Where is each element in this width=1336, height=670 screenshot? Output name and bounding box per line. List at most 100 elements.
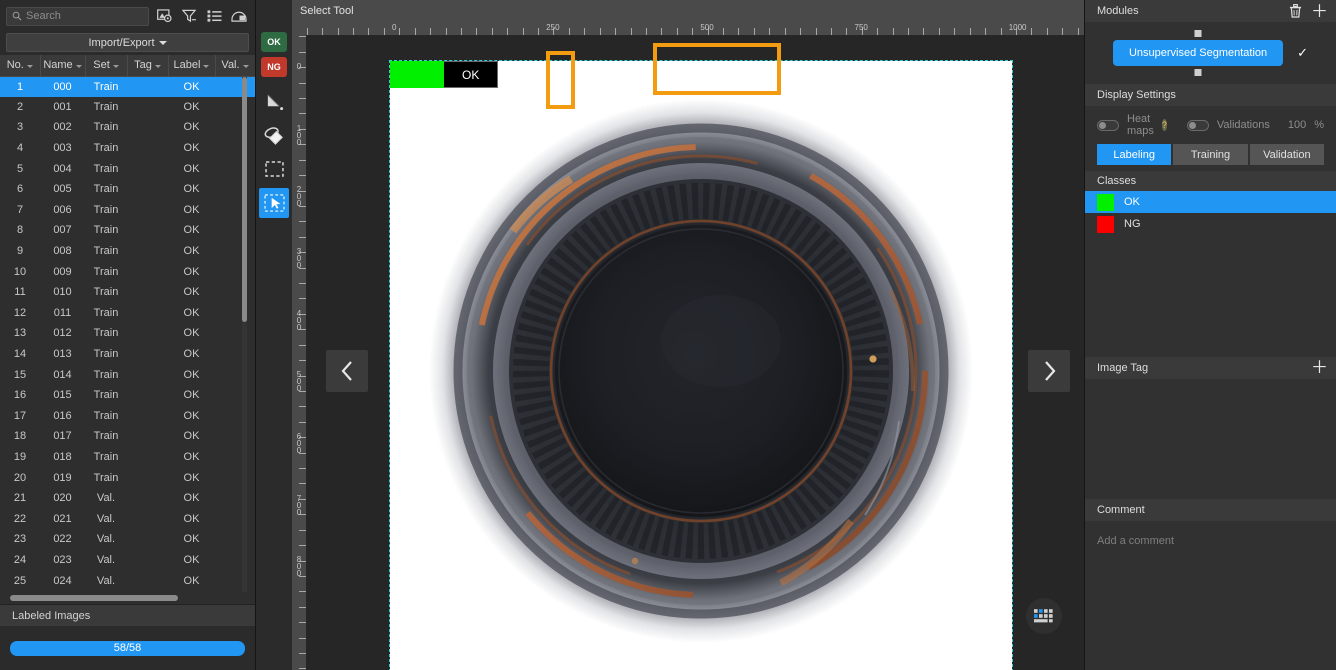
column-header-label[interactable]: Label (168, 55, 216, 77)
cell-tag (127, 550, 168, 571)
ruler-label: 500 (296, 370, 302, 394)
class-chip-ok[interactable]: OK (261, 32, 287, 52)
column-header-set[interactable]: Set (85, 55, 128, 77)
keyboard-shortcuts-button[interactable] (1026, 598, 1062, 634)
import-export-button[interactable]: Import/Export (6, 33, 249, 52)
brush-eraser-tool-button[interactable] (259, 120, 289, 150)
table-row[interactable]: 18 017 Train OK (0, 426, 255, 447)
column-header-name[interactable]: Name (40, 55, 86, 77)
validations-toggle[interactable] (1186, 119, 1209, 131)
table-row[interactable]: 7 006 Train OK (0, 200, 255, 221)
modules-canvas[interactable]: Unsupervised Segmentation ✓ (1085, 22, 1336, 84)
cell-name: 024 (53, 574, 72, 587)
ruler-tick (299, 344, 306, 346)
module-node-unsupervised-segmentation[interactable]: Unsupervised Segmentation (1112, 30, 1284, 76)
layout-icon[interactable] (229, 6, 249, 26)
table-row[interactable]: 15 014 Train OK (0, 364, 255, 385)
cell-val (215, 117, 255, 138)
class-chip-ng[interactable]: NG (261, 57, 287, 77)
trash-icon[interactable] (1285, 1, 1305, 21)
search-placeholder: Search (26, 10, 61, 22)
ruler-tick (1077, 28, 1079, 35)
rectangle-marquee-tool-button[interactable] (259, 154, 289, 184)
column-header-no[interactable]: No. (0, 55, 41, 77)
ruler-tick (661, 28, 663, 35)
filter-icon[interactable] (179, 6, 199, 26)
tab-labeling[interactable]: Labeling (1097, 144, 1172, 165)
image-tag-header: Image Tag ＋ (1085, 356, 1336, 379)
chevron-right-icon (1044, 361, 1055, 381)
table-row[interactable]: 11 010 Train OK (0, 282, 255, 303)
list-view-icon[interactable] (204, 6, 224, 26)
image-tag-body[interactable] (1085, 378, 1336, 499)
table-row[interactable]: 21 020 Val. OK (0, 488, 255, 509)
table-horizontal-scrollbar[interactable] (10, 595, 178, 601)
add-image-tag-icon[interactable]: ＋ (1311, 359, 1328, 376)
validations-label: Validations (1216, 119, 1270, 131)
canvas-body[interactable]: 0 250 500 750 1000 0 100 200 300 400 500 600 700 800 (292, 21, 1084, 670)
class-item-ok[interactable]: OK (1085, 191, 1336, 213)
table-row[interactable]: 3 002 Train OK (0, 117, 255, 138)
ruler-tick (299, 406, 306, 408)
image-class-color-swatch (390, 61, 444, 88)
node-handle-top[interactable] (1194, 30, 1202, 37)
table-row[interactable]: 24 023 Val. OK (0, 550, 255, 571)
table-row[interactable]: 25 024 Val. OK (0, 570, 255, 591)
image-settings-icon[interactable] (154, 6, 174, 26)
tab-training[interactable]: Training (1173, 144, 1248, 165)
next-image-button[interactable] (1028, 350, 1070, 392)
table-row[interactable]: 16 015 Train OK (0, 385, 255, 406)
add-module-icon[interactable]: ＋ (1311, 3, 1328, 20)
ruler-tick (753, 28, 755, 35)
cell-tag (127, 406, 168, 427)
heat-maps-help-icon[interactable]: ? (1161, 119, 1167, 131)
table-row[interactable]: 17 016 Train OK (0, 406, 255, 427)
ruler-tick (1046, 28, 1048, 35)
cell-name: 008 (53, 245, 72, 258)
table-row[interactable]: 9 008 Train OK (0, 241, 255, 262)
column-header-tag[interactable]: Tag (127, 55, 169, 77)
previous-image-button[interactable] (326, 350, 368, 392)
ruler-tick (723, 28, 725, 35)
cell-set: Train (93, 368, 119, 381)
ruler-tick (784, 28, 786, 35)
table-row[interactable]: 2 001 Train OK (0, 97, 255, 118)
table-row[interactable]: 10 009 Train OK (0, 261, 255, 282)
table-row[interactable]: 23 022 Val. OK (0, 529, 255, 550)
validations-value: 100 (1287, 119, 1307, 131)
ruler-tick (568, 28, 570, 35)
cell-tag (127, 220, 168, 241)
table-row[interactable]: 13 012 Train OK (0, 323, 255, 344)
tab-validation[interactable]: Validation (1249, 144, 1324, 165)
cell-name: 011 (53, 306, 72, 319)
table-vertical-scrollbar[interactable] (242, 77, 247, 322)
table-row[interactable]: 22 021 Val. OK (0, 508, 255, 529)
ruler-tick (1031, 28, 1033, 35)
cell-val (215, 385, 255, 406)
comment-body[interactable]: Add a comment (1085, 520, 1336, 670)
search-input[interactable]: Search (6, 6, 149, 26)
keyboard-icon (1034, 609, 1053, 623)
image-canvas[interactable]: OK (389, 60, 1013, 670)
table-row[interactable]: 8 007 Train OK (0, 220, 255, 241)
heat-maps-toggle[interactable] (1097, 119, 1119, 131)
table-row[interactable]: 1 000 Train OK (0, 76, 255, 97)
select-tool-button[interactable] (259, 188, 289, 218)
class-item-ng[interactable]: NG (1085, 213, 1336, 235)
column-header-val[interactable]: Val. (215, 55, 255, 77)
table-row[interactable]: 20 019 Train OK (0, 467, 255, 488)
table-row[interactable]: 12 011 Train OK (0, 303, 255, 324)
image-class-label[interactable]: OK (390, 61, 499, 88)
cell-tag (127, 261, 168, 282)
table-row[interactable]: 5 004 Train OK (0, 158, 255, 179)
table-row[interactable]: 19 018 Train OK (0, 447, 255, 468)
table-row[interactable]: 14 013 Train OK (0, 344, 255, 365)
ruler-tick (322, 28, 324, 35)
node-handle-bottom[interactable] (1194, 69, 1202, 76)
module-confirm-icon[interactable]: ✓ (1297, 45, 1308, 61)
canvas-stage[interactable]: OK (306, 35, 1084, 670)
table-row[interactable]: 6 005 Train OK (0, 179, 255, 200)
dataset-table-wrapper[interactable]: No. Name Set Tag Label Val. 1 000 Train … (0, 55, 255, 604)
table-row[interactable]: 4 003 Train OK (0, 138, 255, 159)
polygon-tool-button[interactable] (259, 86, 289, 116)
